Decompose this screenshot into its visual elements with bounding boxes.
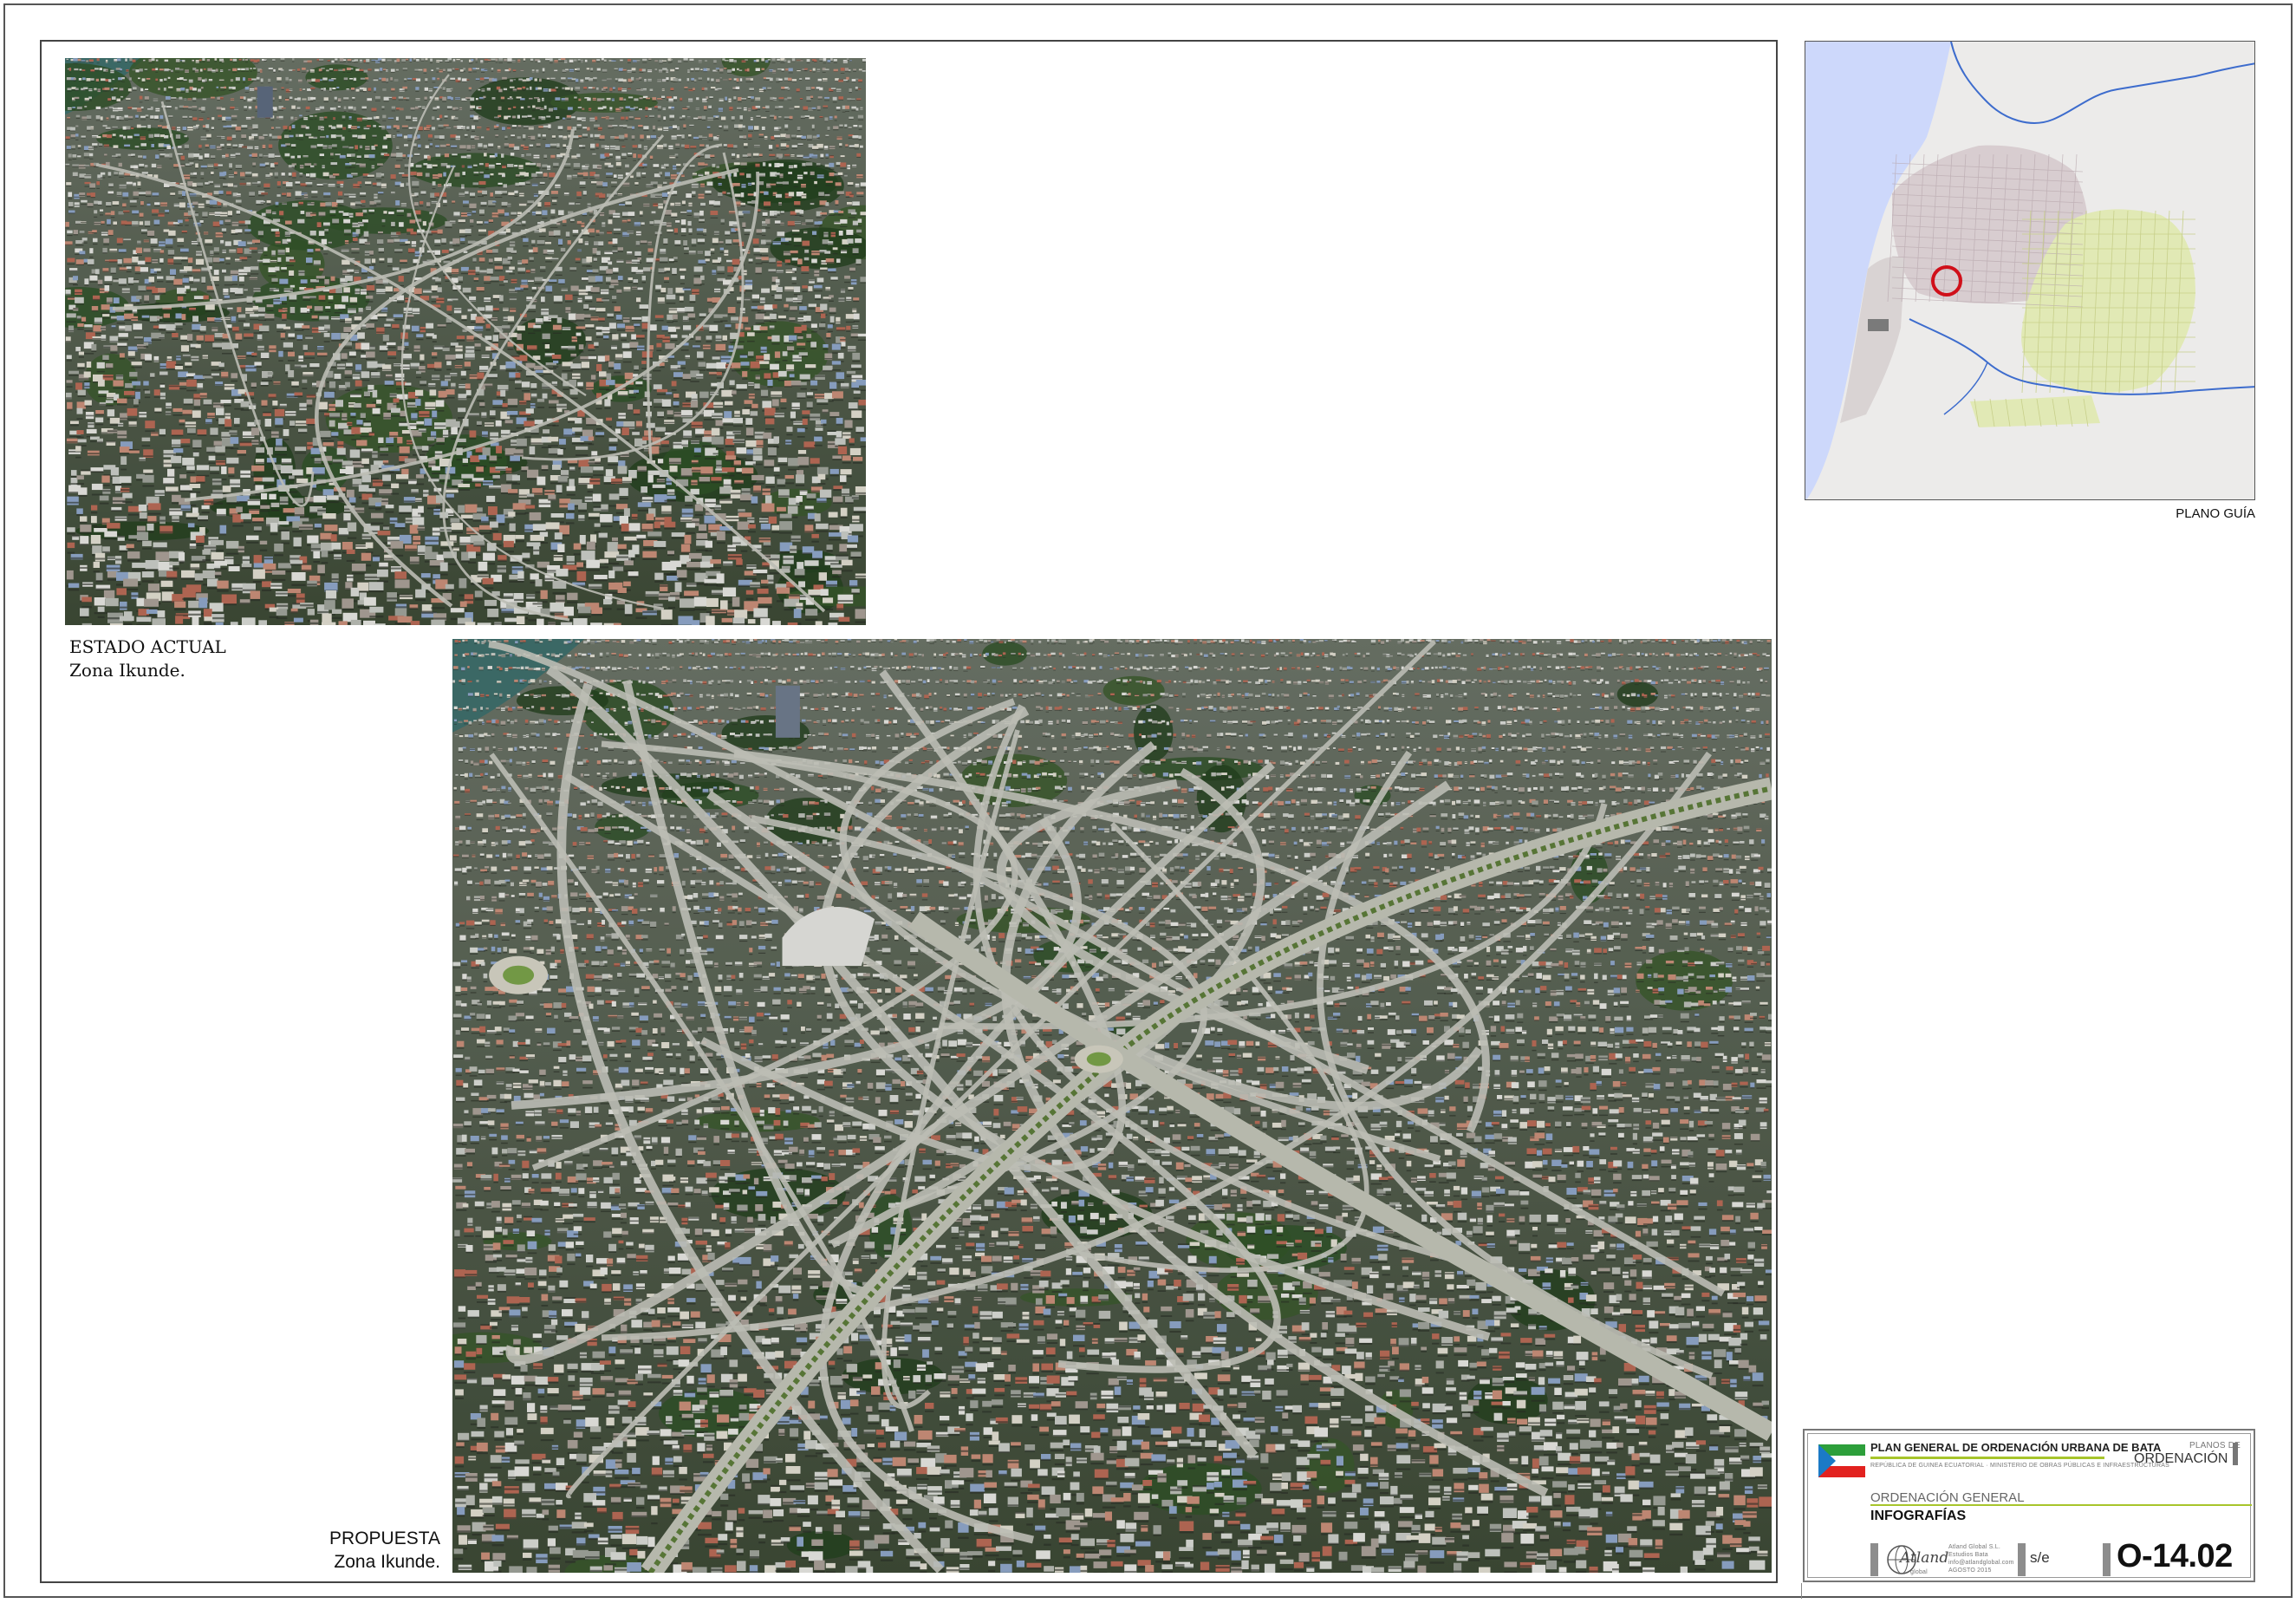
aerial-render-proposal [452, 639, 1772, 1573]
guide-map [1805, 41, 2255, 500]
caption-current-zone: Zona Ikunde. [69, 659, 416, 682]
aerial-render-current [65, 58, 866, 625]
series-logo-icon [2233, 1443, 2238, 1465]
section-title: ORDENACIÓN GENERAL [1870, 1490, 2025, 1505]
series-title: ORDENACIÓN [2134, 1451, 2228, 1467]
firm-logo-sub: global [1910, 1569, 1928, 1575]
firm-logo-text: Atland [1900, 1549, 1948, 1567]
project-title: PLAN GENERAL DE ORDENACIÓN URBANA DE BAT… [1870, 1441, 2161, 1454]
firm-details: Atland Global S.L. Estudios Bata info@at… [1948, 1543, 2014, 1574]
aerial-photo-current-state [65, 58, 866, 625]
aerial-photo-proposal [452, 639, 1772, 1573]
firm-line-3: info@atlandglobal.com [1948, 1559, 2014, 1567]
caption-proposal: PROPUESTA Zona Ikunde. [260, 1527, 440, 1574]
firm-line-2: Estudios Bata [1948, 1551, 2014, 1559]
caption-proposal-status: PROPUESTA [260, 1527, 440, 1550]
sheet-title: INFOGRAFÍAS [1870, 1509, 1966, 1524]
guide-map-label: PLANO GUÍA [1994, 506, 2255, 521]
firm-line-1: Atland Global S.L. [1948, 1543, 2014, 1551]
title-block-inner: PLAN GENERAL DE ORDENACIÓN URBANA DE BAT… [1807, 1433, 2252, 1578]
sheet-number: O-14.02 [2117, 1538, 2233, 1575]
frame-tick [1801, 1583, 1802, 1599]
caption-current-state: ESTADO ACTUAL Zona Ikunde. [69, 636, 416, 682]
authority-line: REPÚBLICA DE GUINEA ECUATORIAL · MINISTE… [1870, 1463, 2169, 1469]
flag-icon [1818, 1444, 1865, 1477]
caption-current-status: ESTADO ACTUAL [69, 636, 416, 659]
firm-line-4: AGOSTO 2015 [1948, 1567, 2014, 1574]
caption-proposal-zone: Zona Ikunde. [260, 1550, 440, 1574]
scale-value: s/e [2030, 1549, 2050, 1567]
guide-map-drawing [1805, 42, 2254, 499]
pier [1868, 319, 1889, 331]
title-block: PLAN GENERAL DE ORDENACIÓN URBANA DE BAT… [1803, 1429, 2255, 1582]
